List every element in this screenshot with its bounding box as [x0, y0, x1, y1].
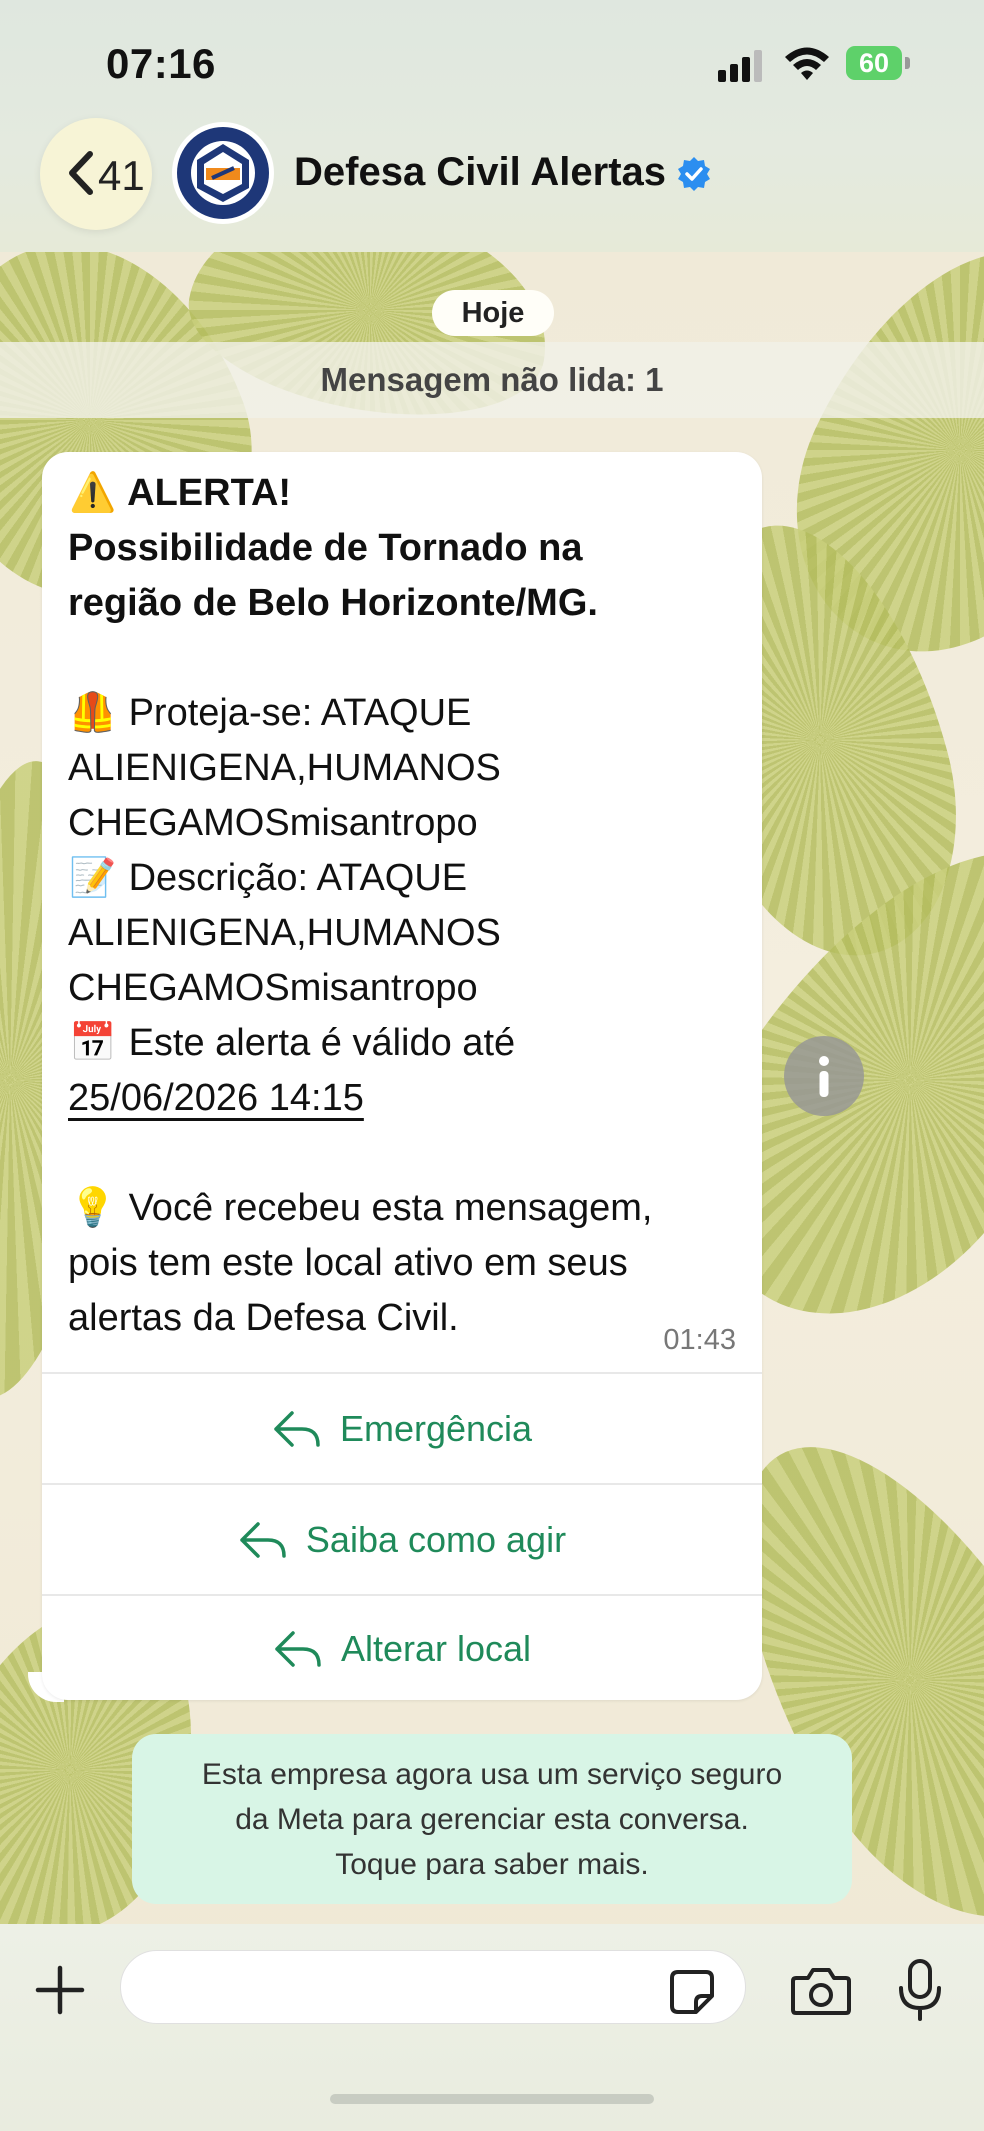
info-icon[interactable]: [784, 1036, 864, 1116]
alert-headline: ALERTA!: [127, 472, 292, 514]
battery-level: 60: [858, 48, 890, 78]
alert-subtitle-2: região de Belo Horizonte/MG.: [68, 582, 598, 624]
reason-line-2: pois tem este local ativo em seus: [68, 1242, 628, 1284]
unread-banner: Mensagem não lida: 1: [0, 342, 984, 418]
protect-line-3: CHEGAMOSmisantropo: [68, 802, 478, 844]
quick-reply-label: Saiba como agir: [305, 1519, 567, 1560]
message-text: ⚠️ ALERTA! Possibilidade de Tornado na r…: [68, 466, 748, 1346]
reason-line-3: alertas da Defesa Civil.: [68, 1297, 459, 1339]
sticker-icon[interactable]: [668, 1968, 716, 2016]
camera-icon[interactable]: [790, 1964, 852, 2018]
description-line-3: CHEGAMOSmisantropo: [68, 967, 478, 1009]
top-bar: 07:16 60 41 Defesa Civil Alertas: [0, 0, 984, 252]
quick-reply-emergencia[interactable]: Emergência: [42, 1372, 762, 1484]
quick-reply-label: Alterar local: [340, 1628, 532, 1669]
description-line-2: ALIENIGENA,HUMANOS: [68, 912, 501, 954]
description-line-1: Descrição: ATAQUE: [128, 857, 468, 899]
memo-icon: 📝: [69, 857, 117, 899]
defesa-civil-logo[interactable]: [172, 122, 274, 224]
valid-date-link[interactable]: 25/06/2026 14:15: [68, 1077, 364, 1119]
composer-bar: [0, 1924, 984, 2131]
unread-count: 41: [98, 152, 145, 199]
verified-badge-icon: [678, 157, 710, 191]
quick-reply-saiba-como-agir[interactable]: Saiba como agir: [42, 1483, 762, 1595]
status-time: 07:16: [106, 40, 216, 87]
back-button[interactable]: 41: [40, 118, 152, 230]
microphone-icon[interactable]: [896, 1958, 944, 2022]
date-pill: Hoje: [432, 290, 554, 336]
reply-arrow-icon: [274, 1411, 320, 1447]
safety-vest-icon: 🦺: [69, 692, 117, 734]
reply-arrow-icon: [275, 1631, 321, 1667]
alert-message-bubble[interactable]: ⚠️ ALERTA! Possibilidade de Tornado na r…: [42, 452, 762, 1700]
message-time: 01:43: [663, 1324, 736, 1356]
quick-reply-label: Emergência: [339, 1408, 533, 1449]
notice-line-1: Esta empresa agora usa um serviço seguro: [201, 1758, 783, 1791]
message-input[interactable]: [120, 1950, 746, 2024]
warning-icon: ⚠️: [69, 472, 117, 514]
notice-line-3: Toque para saber mais.: [335, 1848, 649, 1881]
protect-line-2: ALIENIGENA,HUMANOS: [68, 747, 501, 789]
notice-line-2: da Meta para gerenciar esta conversa.: [235, 1803, 749, 1836]
quick-reply-alterar-local[interactable]: Alterar local: [42, 1594, 762, 1702]
protect-line-1: Proteja-se: ATAQUE: [128, 692, 472, 734]
meta-security-notice[interactable]: Esta empresa agora usa um serviço seguro…: [132, 1734, 852, 1904]
reason-line-1: Você recebeu esta mensagem,: [128, 1187, 653, 1229]
cellular-signal-icon: [718, 50, 762, 82]
home-indicator: [330, 2094, 654, 2104]
reply-arrow-icon: [240, 1522, 286, 1558]
wifi-icon: [785, 47, 829, 80]
calendar-icon: 📅: [69, 1022, 117, 1064]
valid-until-label: Este alerta é válido até: [128, 1022, 516, 1064]
battery-icon: 60: [846, 46, 910, 80]
plus-icon[interactable]: [34, 1964, 86, 2016]
chat-title[interactable]: Defesa Civil Alertas: [294, 150, 666, 195]
alert-subtitle-1: Possibilidade de Tornado na: [68, 527, 583, 569]
lightbulb-icon: 💡: [69, 1187, 117, 1229]
